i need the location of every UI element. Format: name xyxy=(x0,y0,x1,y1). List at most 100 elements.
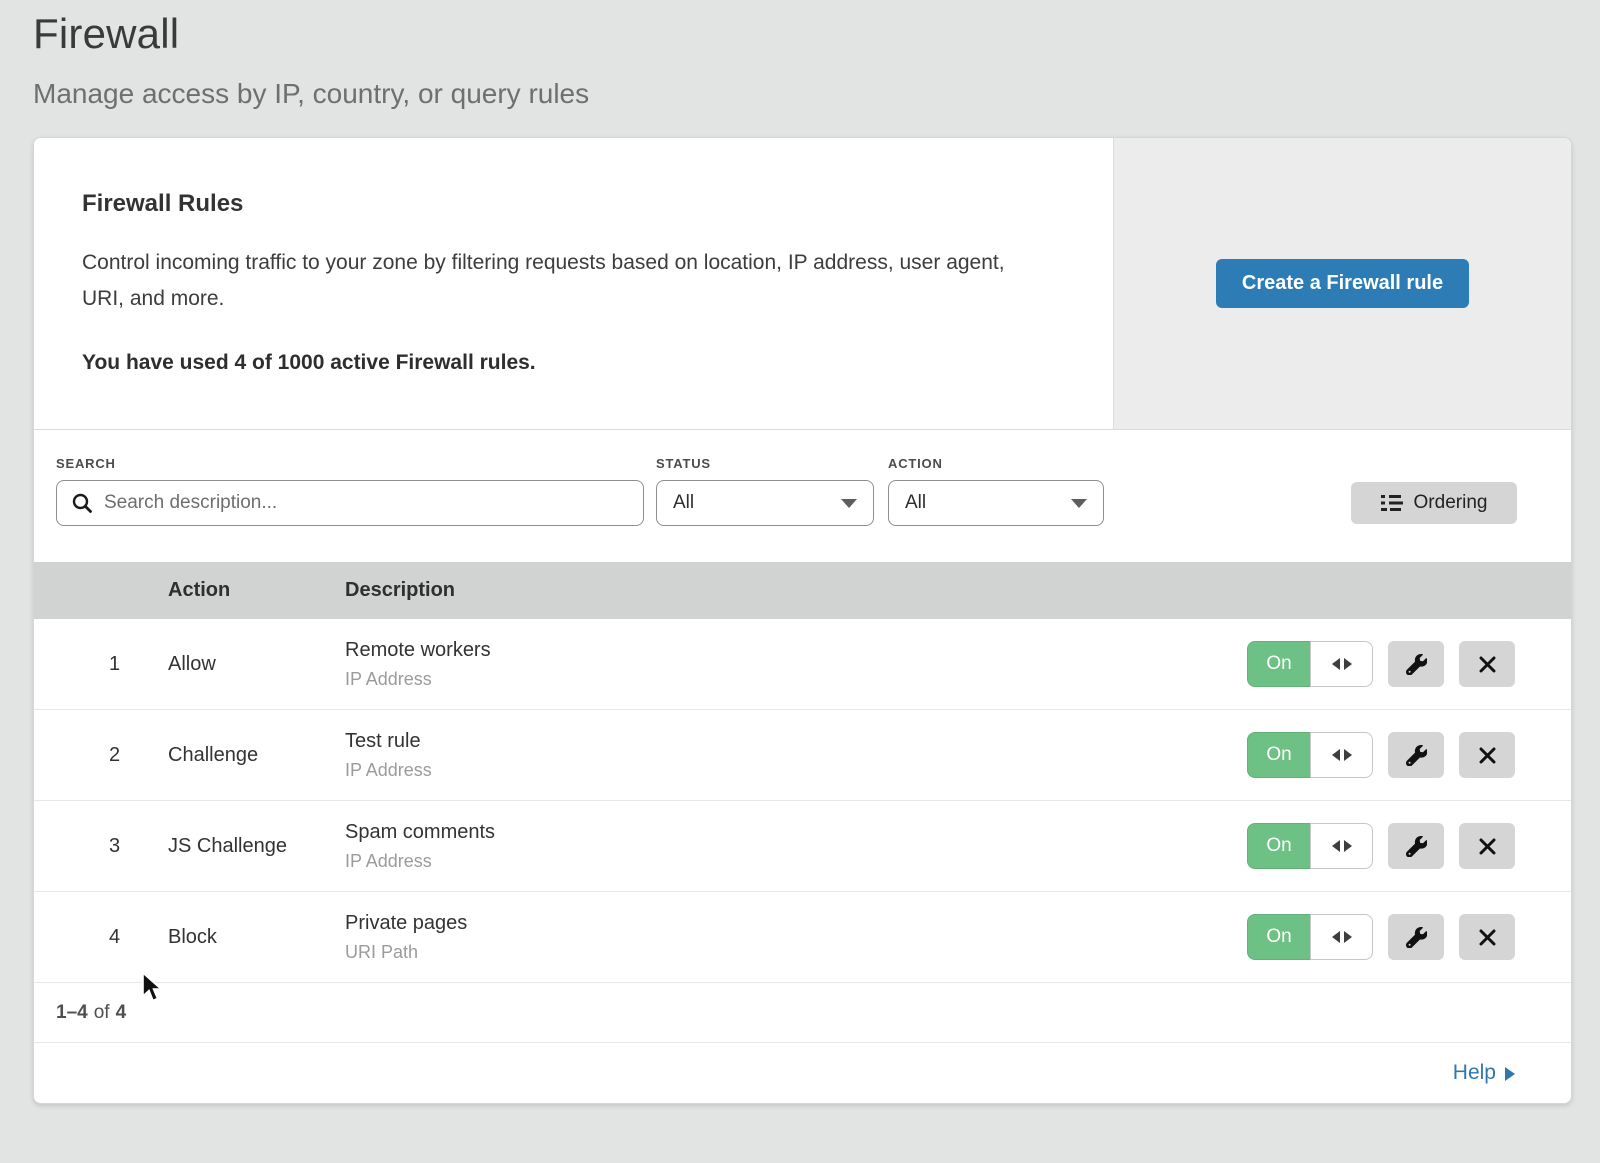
rule-enabled-toggle[interactable]: On xyxy=(1247,732,1373,778)
action-select[interactable]: All xyxy=(888,480,1104,526)
delete-rule-button[interactable] xyxy=(1459,823,1515,869)
filters-bar: SEARCH STATUS All ACTION All xyxy=(34,429,1571,562)
status-selected-value: All xyxy=(673,492,694,514)
page-subtitle: Manage access by IP, country, or query r… xyxy=(33,78,1600,110)
rule-controls: On xyxy=(1247,823,1571,869)
help-link[interactable]: Help xyxy=(1453,1061,1515,1085)
rule-enabled-toggle[interactable]: On xyxy=(1247,914,1373,960)
delete-rule-button[interactable] xyxy=(1459,914,1515,960)
chevron-down-icon xyxy=(841,499,857,508)
header-description-column: Description xyxy=(345,579,1571,602)
rule-controls: On xyxy=(1247,641,1571,687)
edit-rule-button[interactable] xyxy=(1388,732,1444,778)
rule-controls: On xyxy=(1247,732,1571,778)
rule-description: Remote workers xyxy=(345,639,1247,662)
rule-description: Test rule xyxy=(345,730,1247,753)
rule-match-type: IP Address xyxy=(345,851,1247,872)
toggle-on-segment[interactable]: On xyxy=(1247,823,1310,869)
card-top-section: Firewall Rules Control incoming traffic … xyxy=(34,138,1571,429)
rules-table-header: Action Description xyxy=(34,562,1571,619)
wrench-icon xyxy=(1406,927,1427,948)
rule-action: Allow xyxy=(168,653,345,676)
edit-rule-button[interactable] xyxy=(1388,641,1444,687)
help-bar: Help xyxy=(34,1043,1571,1103)
page-title: Firewall xyxy=(33,10,1600,58)
search-input[interactable] xyxy=(104,492,629,514)
rule-table-row: 1 Allow Remote workers IP Address On xyxy=(34,619,1571,710)
chevron-down-icon xyxy=(1071,499,1087,508)
delete-rule-button[interactable] xyxy=(1459,641,1515,687)
rule-description-cell: Test rule IP Address xyxy=(345,730,1247,781)
ordering-button[interactable]: Ordering xyxy=(1351,482,1517,524)
pagination-of: of xyxy=(94,1002,110,1024)
edit-rule-button[interactable] xyxy=(1388,823,1444,869)
search-label: SEARCH xyxy=(56,456,644,471)
toggle-arrows-icon xyxy=(1344,840,1352,852)
rule-action: JS Challenge xyxy=(168,835,345,858)
toggle-arrows-icon xyxy=(1344,658,1352,670)
usage-note: You have used 4 of 1000 active Firewall … xyxy=(82,351,1065,375)
action-filter-group: ACTION All xyxy=(874,456,1104,526)
action-selected-value: All xyxy=(905,492,926,514)
close-icon xyxy=(1479,929,1496,946)
rule-match-type: IP Address xyxy=(345,760,1247,781)
toggle-arrows-segment[interactable] xyxy=(1310,641,1373,687)
close-icon xyxy=(1479,656,1496,673)
toggle-arrows-segment[interactable] xyxy=(1310,823,1373,869)
rule-description: Private pages xyxy=(345,912,1247,935)
wrench-icon xyxy=(1406,745,1427,766)
firewall-rules-card: Firewall Rules Control incoming traffic … xyxy=(33,137,1572,1104)
rule-number: 2 xyxy=(34,744,168,767)
ordering-list-icon xyxy=(1381,494,1403,512)
close-icon xyxy=(1479,838,1496,855)
help-link-label: Help xyxy=(1453,1061,1496,1085)
status-select[interactable]: All xyxy=(656,480,874,526)
action-label: ACTION xyxy=(888,456,1104,471)
wrench-icon xyxy=(1406,836,1427,857)
search-box[interactable] xyxy=(56,480,644,526)
edit-rule-button[interactable] xyxy=(1388,914,1444,960)
rule-table-row: 2 Challenge Test rule IP Address On xyxy=(34,710,1571,801)
rule-match-type: IP Address xyxy=(345,669,1247,690)
toggle-on-segment[interactable]: On xyxy=(1247,732,1310,778)
rule-action: Block xyxy=(168,926,345,949)
status-label: STATUS xyxy=(656,456,874,471)
toggle-arrows-icon xyxy=(1332,931,1340,943)
rule-table-row: 3 JS Challenge Spam comments IP Address … xyxy=(34,801,1571,892)
rule-number: 4 xyxy=(34,926,168,949)
toggle-on-segment[interactable]: On xyxy=(1247,641,1310,687)
pagination-bar: 1–4 of 4 xyxy=(34,983,1571,1043)
rule-number: 1 xyxy=(34,653,168,676)
close-icon xyxy=(1479,747,1496,764)
toggle-arrows-segment[interactable] xyxy=(1310,732,1373,778)
wrench-icon xyxy=(1406,654,1427,675)
rules-table-body: 1 Allow Remote workers IP Address On xyxy=(34,619,1571,983)
rule-enabled-toggle[interactable]: On xyxy=(1247,823,1373,869)
rule-table-row: 4 Block Private pages URI Path On xyxy=(34,892,1571,983)
card-heading: Firewall Rules xyxy=(82,190,1065,218)
toggle-arrows-icon xyxy=(1344,931,1352,943)
toggle-arrows-icon xyxy=(1332,658,1340,670)
toggle-arrows-icon xyxy=(1344,749,1352,761)
rule-controls: On xyxy=(1247,914,1571,960)
help-arrow-icon xyxy=(1505,1067,1515,1081)
ordering-button-label: Ordering xyxy=(1414,492,1488,514)
delete-rule-button[interactable] xyxy=(1459,732,1515,778)
create-firewall-rule-button[interactable]: Create a Firewall rule xyxy=(1216,259,1469,308)
rule-description-cell: Remote workers IP Address xyxy=(345,639,1247,690)
rule-description: Spam comments xyxy=(345,821,1247,844)
toggle-arrows-icon xyxy=(1332,749,1340,761)
rule-description-cell: Spam comments IP Address xyxy=(345,821,1247,872)
toggle-on-segment[interactable]: On xyxy=(1247,914,1310,960)
card-top-description: Firewall Rules Control incoming traffic … xyxy=(34,138,1113,429)
card-top-action-panel: Create a Firewall rule xyxy=(1113,138,1571,429)
pagination-range: 1–4 xyxy=(56,1002,88,1024)
toggle-arrows-segment[interactable] xyxy=(1310,914,1373,960)
pagination-total: 4 xyxy=(116,1002,127,1024)
page-header: Firewall Manage access by IP, country, o… xyxy=(0,0,1600,110)
rule-number: 3 xyxy=(34,835,168,858)
rule-enabled-toggle[interactable]: On xyxy=(1247,641,1373,687)
search-icon xyxy=(71,492,93,514)
status-filter-group: STATUS All xyxy=(644,456,874,526)
rule-description-cell: Private pages URI Path xyxy=(345,912,1247,963)
